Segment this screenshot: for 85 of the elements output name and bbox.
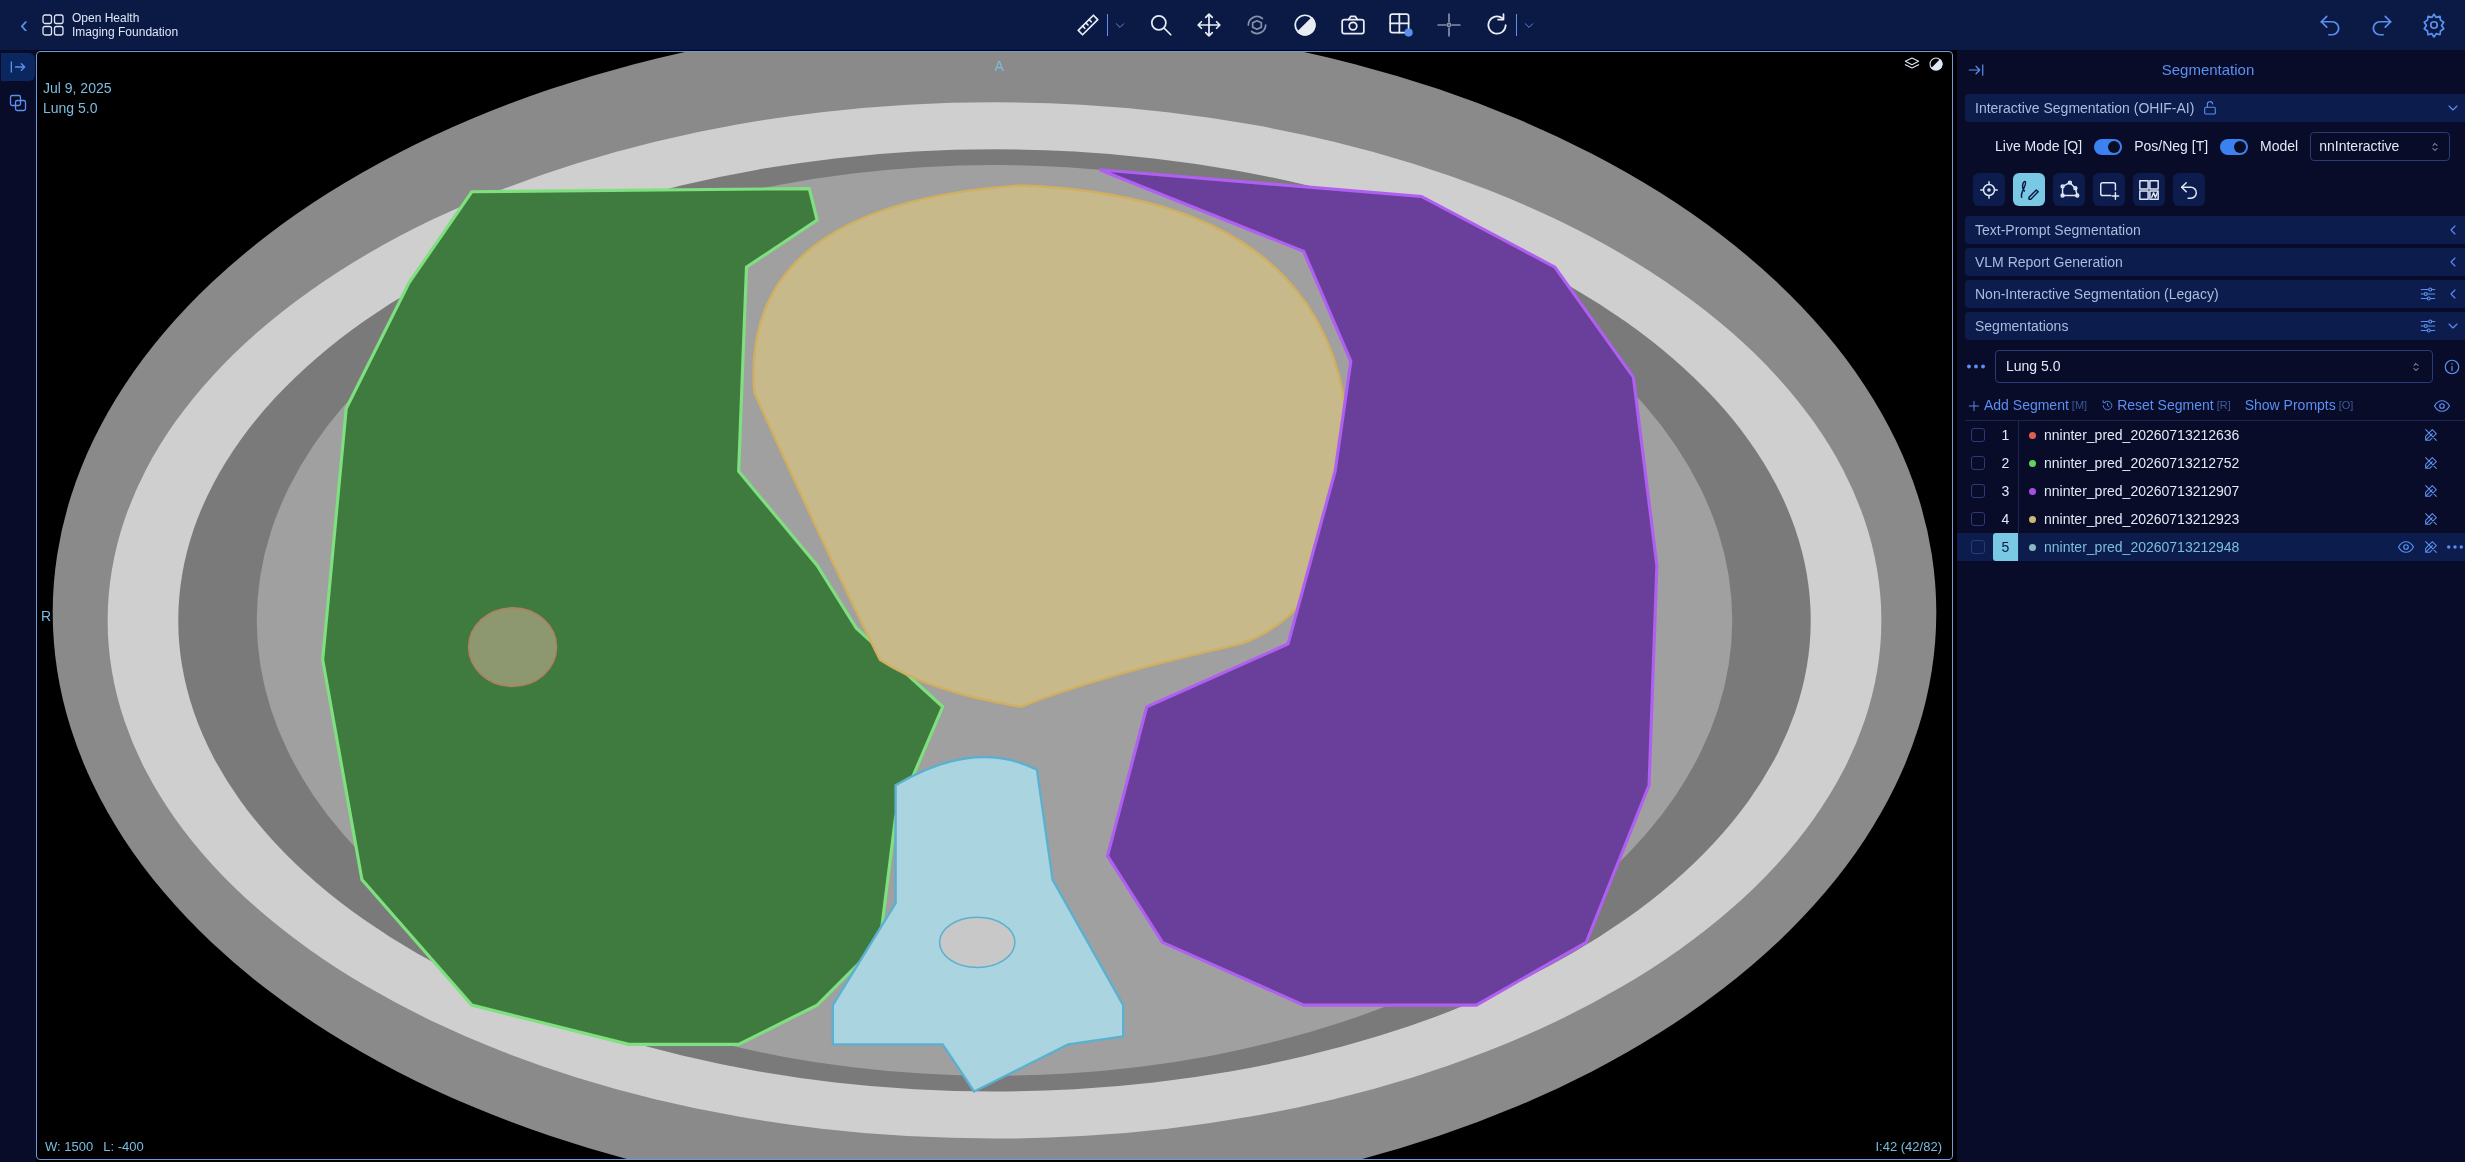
pen-slash-icon: [2423, 511, 2439, 527]
section-header[interactable]: Segmentations: [1965, 312, 2465, 340]
section-header[interactable]: Non-Interactive Segmentation (Legacy): [1965, 280, 2465, 308]
back-button[interactable]: ‹: [12, 7, 36, 43]
logo-icon: [42, 14, 64, 36]
series-name: Lung 5.0: [43, 99, 98, 118]
segment-row[interactable]: 1 nninter_pred_20260713212636: [1957, 421, 2465, 449]
segment-row[interactable]: 3 nninter_pred_20260713212907: [1957, 477, 2465, 505]
pen-slash-icon: [2423, 427, 2439, 443]
section-title: Non-Interactive Segmentation (Legacy): [1975, 284, 2219, 304]
segment-number: 2: [1993, 449, 2019, 477]
toggle-label: Live Mode [Q]: [1995, 137, 2083, 156]
segmentation-select[interactable]: Lung 5.0: [1995, 350, 2433, 383]
segment-number: 3: [1993, 477, 2019, 505]
model-select[interactable]: nnInteractive: [2310, 132, 2451, 161]
section-title: Interactive Segmentation (OHIF-AI): [1975, 98, 2195, 118]
target-tool-button[interactable]: [1973, 173, 2005, 206]
info-icon: [2443, 357, 2461, 376]
scribble-pen-icon: [2018, 178, 2040, 201]
model-label: Model: [2260, 137, 2299, 156]
collapse-panel-icon: [1967, 61, 1985, 79]
section-header[interactable]: VLM Report Generation: [1965, 248, 2465, 276]
unlocked-icon: [2202, 100, 2219, 116]
segment-row[interactable]: 5 nninter_pred_20260713212948: [1957, 533, 2465, 561]
orientation-marker: A: [994, 57, 1004, 76]
polygon-tool-button[interactable]: [2053, 173, 2085, 206]
reset-segment-button[interactable]: Reset Segment [R]: [2101, 395, 2231, 416]
more-icon: [2447, 545, 2463, 549]
slice-index: I:42 (42/82): [1875, 1138, 1942, 1156]
section-title: Segmentations: [1975, 316, 2069, 336]
brand-name: Open Health Imaging Foundation: [72, 11, 179, 39]
move-icon: [1195, 12, 1222, 38]
checkbox[interactable]: [1971, 484, 1985, 498]
settings-icon: [2421, 12, 2447, 38]
sidebar-expand-button[interactable]: [1, 53, 35, 81]
section-header[interactable]: Interactive Segmentation (OHIF-AI): [1965, 94, 2465, 122]
pen-slash-icon: [2423, 483, 2439, 499]
contrast-icon: [1928, 56, 1944, 72]
grid-tool-button[interactable]: [2133, 173, 2165, 206]
undo-tool-button[interactable]: [2173, 173, 2205, 206]
segment-number: 5: [1993, 533, 2019, 561]
segment-label: nninter_pred_20260713212752: [2044, 453, 2241, 473]
segment-label: nninter_pred_20260713212923: [2044, 509, 2241, 529]
toggle-switch[interactable]: [2094, 138, 2123, 155]
window-width: W: 1500: [45, 1138, 94, 1156]
target-icon: [1978, 178, 2000, 201]
segment-label: nninter_pred_20260713212948: [2044, 537, 2241, 557]
checkbox[interactable]: [1971, 512, 1985, 526]
grid-gear-icon: [1387, 12, 1414, 38]
plus-icon: [1967, 398, 1981, 413]
sliders-icon: [2419, 285, 2437, 303]
pen-slash-icon: [2423, 539, 2439, 555]
panel-title: Segmentation: [2160, 59, 2256, 80]
camera-icon: [1339, 12, 1366, 38]
add-box-tool-button[interactable]: [2093, 173, 2125, 206]
checkbox[interactable]: [1971, 456, 1985, 470]
pen-slash-icon: [2423, 455, 2439, 471]
show-segment-button[interactable]: Show Prompts [O]: [2244, 395, 2354, 416]
orientation-marker: R: [41, 606, 52, 626]
eye-icon: [2397, 538, 2415, 556]
checkbox[interactable]: [1971, 540, 1985, 554]
polygon-icon: [2058, 178, 2080, 201]
history-icon: [2101, 399, 2115, 412]
sliders-icon: [2419, 317, 2437, 335]
toggle-label: Pos/Neg [T]: [2134, 137, 2209, 156]
section-title: Text-Prompt Segmentation: [1975, 220, 2141, 240]
add-segment-button[interactable]: Add Segment [M]: [1967, 395, 2088, 416]
ruler-icon: [1074, 12, 1101, 38]
study-date: Jul 9, 2025: [43, 79, 112, 98]
section-title: VLM Report Generation: [1975, 252, 2123, 272]
grid-icon: [2138, 178, 2160, 201]
segment-label: nninter_pred_20260713212907: [2044, 481, 2241, 501]
copy-icon: [8, 93, 28, 113]
checkbox[interactable]: [1971, 428, 1985, 442]
more-icon: [1967, 364, 1985, 369]
toggle-switch[interactable]: [2220, 138, 2249, 155]
crosshair-icon: [1435, 12, 1462, 38]
section-header[interactable]: Text-Prompt Segmentation: [1965, 216, 2465, 244]
segment-number: 1: [1993, 421, 2019, 449]
window-level: L: -400: [103, 1138, 144, 1156]
segment-row[interactable]: 2 nninter_pred_20260713212752: [1957, 449, 2465, 477]
sort-arrows-icon: [2410, 360, 2422, 373]
segment-label: nninter_pred_20260713212636: [2044, 425, 2241, 445]
scribble-pen-tool-button[interactable]: [2013, 173, 2045, 206]
contrast-icon: [1291, 12, 1318, 38]
